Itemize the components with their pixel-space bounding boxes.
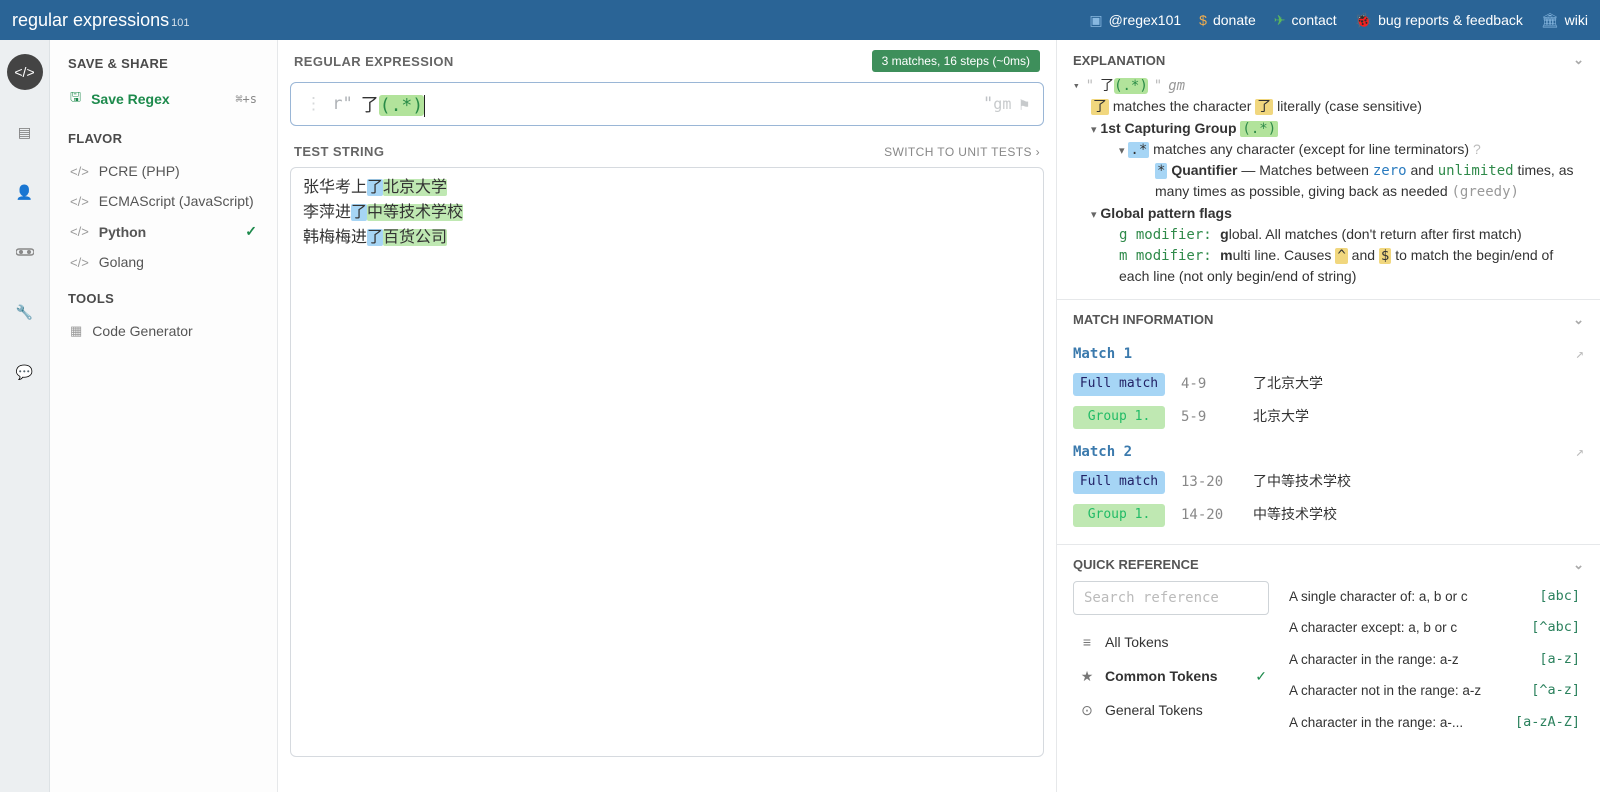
code-gen-icon: ▦	[70, 323, 82, 339]
code-icon: </>	[70, 194, 89, 209]
flavor-item[interactable]: </>Python✓	[58, 216, 269, 247]
save-icon: 🖫	[70, 88, 81, 110]
sidebar-flavor-header: FLAVOR	[58, 129, 269, 156]
dollar-icon: $	[1199, 12, 1207, 28]
send-icon: ✈	[1274, 12, 1286, 29]
nav-link-dollar[interactable]: $donate	[1199, 12, 1256, 29]
rail-chat-icon[interactable]: 💬	[7, 354, 43, 390]
flag-icon[interactable]: ⚑	[1019, 95, 1029, 114]
code-icon: </>	[70, 224, 89, 239]
quickref-token[interactable]: A character in the range: a-z[a-z]	[1285, 644, 1584, 676]
rail-regex-icon[interactable]: </>	[7, 54, 43, 90]
quickref-token[interactable]: A character in the range: a-...[a-zA-Z]	[1285, 707, 1584, 739]
switch-to-unit-tests-button[interactable]: SWITCH TO UNIT TESTS ›	[884, 145, 1040, 159]
export-icon[interactable]: ↗	[1576, 344, 1584, 364]
panel-collapse-icon[interactable]: ⌄	[1573, 52, 1584, 68]
rail-debugger-icon[interactable]	[7, 234, 43, 270]
match-header[interactable]: Match 2	[1073, 442, 1132, 462]
match-stats-chip: 3 matches, 16 steps (~0ms)	[872, 50, 1040, 72]
left-rail: </> ▤ 👤 🔧 💬	[0, 40, 50, 792]
regex-input[interactable]: ⋮ r" 了(.*) " gm ⚑	[290, 82, 1044, 126]
check-icon: ✓	[245, 223, 257, 240]
bug-icon: 🐞	[1355, 12, 1372, 29]
sidebar: SAVE & SHARE 🖫 Save Regex ⌘+s FLAVOR </>…	[50, 40, 278, 792]
check-icon: ✓	[1255, 666, 1267, 686]
explanation-panel: EXPLANATION⌄ ▾" 了(.*) " gm 了 matches the…	[1057, 40, 1600, 300]
regex-section-header: REGULAR EXPRESSION	[294, 54, 454, 69]
test-string-line: 李萍进了中等技术学校	[303, 201, 1031, 226]
top-header: regular expressions101 ▣@regex101 $donate…	[0, 0, 1600, 40]
match-row: Group 1.5-9北京大学	[1073, 401, 1584, 434]
sidebar-save-share-header: SAVE & SHARE	[58, 54, 269, 81]
quickref-cat-list: ≡All Tokens★Common Tokens✓⊙General Token…	[1073, 625, 1273, 728]
nav-link-bank[interactable]: 🏛wiki	[1541, 12, 1588, 29]
top-nav: ▣@regex101 $donate ✈contact 🐞bug reports & …	[1089, 12, 1588, 29]
nav-link-twitter[interactable]: ▣@regex101	[1089, 12, 1181, 29]
save-regex-button[interactable]: 🖫 Save Regex ⌘+s	[58, 81, 269, 117]
bank-icon: 🏛	[1541, 12, 1559, 29]
match-info-panel: MATCH INFORMATION⌄ Match 1↗Full match4-9…	[1057, 300, 1600, 545]
quickref-search-input[interactable]: Search reference	[1073, 581, 1269, 615]
app-logo[interactable]: regular expressions101	[12, 10, 189, 31]
code-icon: </>	[70, 255, 89, 270]
flavor-item[interactable]: </>ECMAScript (JavaScript)	[58, 186, 269, 216]
panel-collapse-icon[interactable]: ⌄	[1573, 557, 1584, 573]
test-string-header: TEST STRING	[294, 144, 384, 159]
test-string-line: 韩梅梅进了百货公司	[303, 226, 1031, 251]
match-header[interactable]: Match 1	[1073, 344, 1132, 364]
rail-account-icon[interactable]: 👤	[7, 174, 43, 210]
match-list: Match 1 ↗ Full match4-9了北京大学Group 1.5-9北京大…	[1057, 336, 1600, 544]
code-icon: </>	[70, 164, 89, 179]
test-string-line: 张华考上了北京大学	[303, 176, 1031, 201]
match-row: Group 1.14-20中等技术学校	[1073, 499, 1584, 532]
export-icon[interactable]: ↗	[1576, 442, 1584, 462]
panel-collapse-icon[interactable]: ⌄	[1573, 312, 1584, 328]
right-panels: EXPLANATION⌄ ▾" 了(.*) " gm 了 matches the…	[1056, 40, 1600, 792]
flags-selector[interactable]: gm	[993, 95, 1011, 113]
quickref-cat[interactable]: ⊙General Tokens	[1073, 693, 1273, 727]
quickref-token[interactable]: A single character of: a, b or c[abc]	[1285, 581, 1584, 613]
quickref-token[interactable]: A character not in the range: a-z[^a-z]	[1285, 675, 1584, 707]
rail-library-icon[interactable]: ▤	[7, 114, 43, 150]
quickref-cat[interactable]: ★Common Tokens✓	[1073, 659, 1273, 693]
quick-ref-panel: QUICK REFERENCE⌄ Search reference ≡All T…	[1057, 545, 1600, 751]
sidebar-tools-header: TOOLS	[58, 289, 269, 316]
flavor-item[interactable]: </>Golang	[58, 247, 269, 277]
flavor-item[interactable]: </>PCRE (PHP)	[58, 156, 269, 186]
match-row: Full match4-9了北京大学	[1073, 368, 1584, 401]
flavor-list: </>PCRE (PHP)</>ECMAScript (JavaScript)<…	[58, 156, 269, 277]
code-generator-button[interactable]: ▦ Code Generator	[58, 316, 269, 346]
test-string-input[interactable]: 张华考上了北京大学李萍进了中等技术学校韩梅梅进了百货公司	[290, 167, 1044, 757]
editor-pane: REGULAR EXPRESSION 3 matches, 16 steps (…	[278, 40, 1056, 792]
twitter-icon: ▣	[1089, 12, 1102, 29]
rail-settings-icon[interactable]: 🔧	[7, 294, 43, 330]
quickref-cat[interactable]: ≡All Tokens	[1073, 625, 1273, 659]
quickref-token-list: A single character of: a, b or c[abc]A c…	[1285, 581, 1584, 739]
quickref-token[interactable]: A character except: a, b or c[^abc]	[1285, 612, 1584, 644]
match-row: Full match13-20了中等技术学校	[1073, 466, 1584, 499]
nav-link-bug[interactable]: 🐞bug reports & feedback	[1355, 12, 1523, 29]
nav-link-send[interactable]: ✈contact	[1274, 12, 1337, 29]
